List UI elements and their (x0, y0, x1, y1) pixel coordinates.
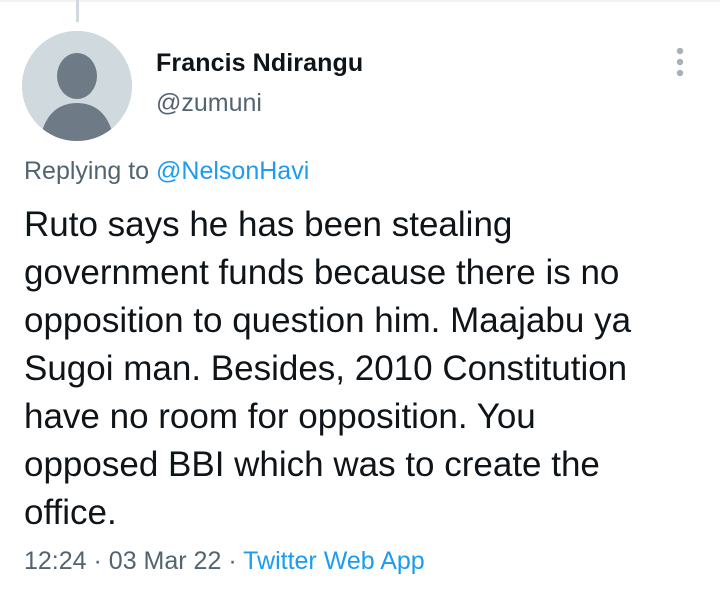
tweet-source-link[interactable]: Twitter Web App (243, 547, 425, 575)
more-options-icon[interactable] (668, 44, 692, 80)
meta-separator: · (228, 547, 237, 575)
meta-separator: · (93, 547, 102, 575)
thread-connector-line (76, 0, 79, 22)
tweet-metadata: 12:24 · 03 Mar 22 · Twitter Web App (24, 547, 425, 576)
replying-to-link[interactable]: @NelsonHavi (156, 157, 309, 185)
author-display-name[interactable]: Francis Ndirangu (156, 49, 363, 78)
default-avatar-icon (22, 31, 132, 141)
tweet-time[interactable]: 12:24 (24, 547, 87, 575)
tweet-text: Ruto says he has been stealing governmen… (24, 205, 632, 532)
avatar[interactable] (22, 31, 132, 141)
tweet-date[interactable]: 03 Mar 22 (109, 547, 222, 575)
top-divider (0, 0, 720, 2)
replying-prefix: Replying to (24, 157, 150, 185)
author-handle[interactable]: @zumuni (156, 89, 262, 118)
replying-to-line: Replying to @NelsonHavi (24, 157, 309, 186)
